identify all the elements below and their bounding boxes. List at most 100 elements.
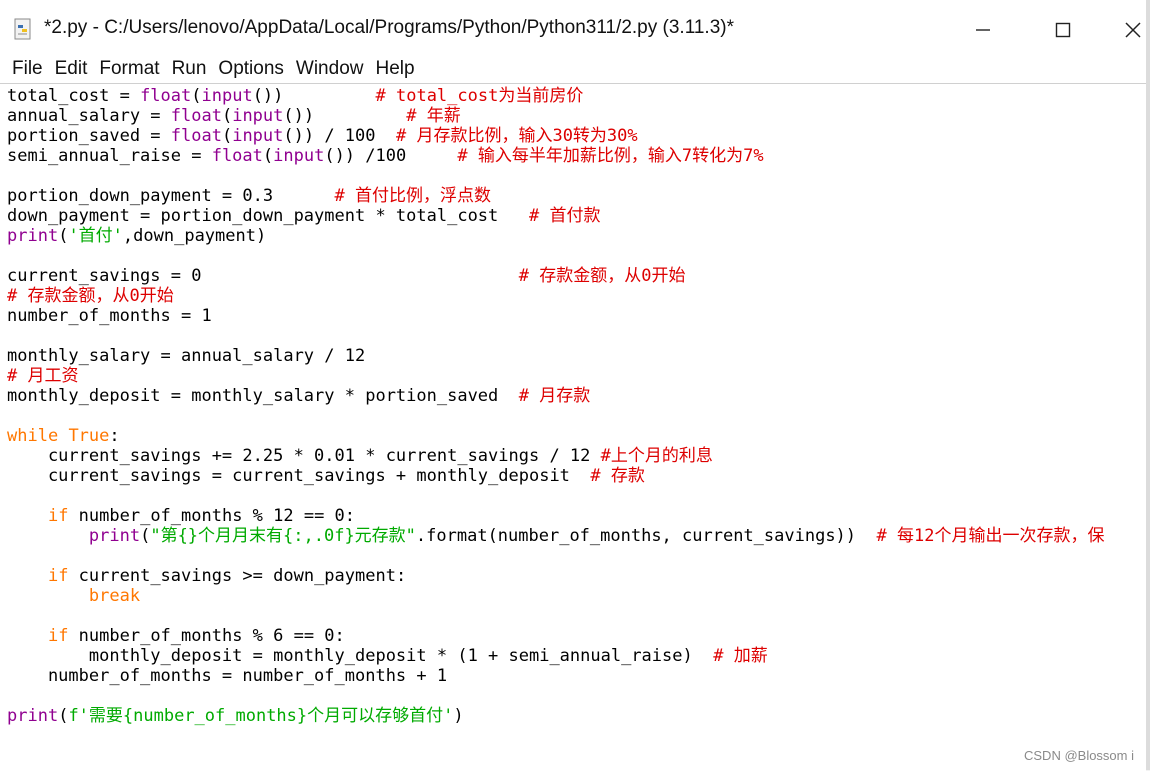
close-button[interactable]	[1110, 14, 1150, 46]
code-token: '首付'	[68, 226, 123, 246]
code-text[interactable]: total_cost = float(input()) # total_cost…	[7, 86, 1104, 726]
maximize-button[interactable]	[1040, 14, 1086, 46]
code-token: number_of_months = number_of_months + 1	[7, 666, 448, 686]
code-line: current_savings = current_savings + mont…	[7, 466, 1104, 486]
code-line: annual_salary = float(input()) # 年薪	[7, 106, 1104, 126]
python-file-icon	[12, 18, 36, 42]
code-token: print	[7, 706, 59, 726]
code-line: print('首付',down_payment)	[7, 226, 1104, 246]
minimize-button[interactable]	[960, 14, 1006, 46]
menu-bar: File Edit Format Run Options Window Help	[0, 56, 1146, 82]
code-token: .format(number_of_months, current_saving…	[415, 526, 877, 546]
watermark: CSDN @Blossom i	[1024, 748, 1134, 763]
code-token: monthly_deposit = monthly_salary * porti…	[7, 386, 519, 406]
code-token: (	[221, 126, 233, 146]
menu-run[interactable]: Run	[171, 58, 207, 80]
code-token: # 输入每半年加薪比例，输入7转化为7%	[457, 146, 764, 166]
code-token: if	[47, 626, 69, 646]
code-token: # 存款金额，从0开始	[518, 266, 686, 286]
code-token: # 存款	[590, 466, 645, 486]
code-token: ,down_payment)	[122, 226, 267, 246]
code-token: current_savings += 2.25 * 0.01 * current…	[7, 446, 601, 466]
menu-file[interactable]: File	[11, 58, 43, 80]
menu-help[interactable]: Help	[374, 58, 414, 80]
code-token: ()) /100	[324, 146, 458, 166]
menu-format[interactable]: Format	[98, 58, 159, 80]
code-editor[interactable]: total_cost = float(input()) # total_cost…	[0, 83, 1146, 771]
code-token: current_savings >= down_payment:	[68, 566, 407, 586]
code-token: )	[453, 706, 464, 726]
code-token: print	[88, 526, 141, 546]
code-token: #上个月的利息	[600, 446, 713, 466]
code-token: # 月存款比例，输入30转为30%	[395, 126, 638, 146]
code-line: down_payment = portion_down_payment * to…	[7, 206, 1104, 226]
maximize-icon	[1055, 22, 1071, 38]
code-line: portion_saved = float(input()) / 100 # 月…	[7, 126, 1104, 146]
code-token: break	[88, 586, 141, 606]
code-token: input	[232, 126, 284, 146]
code-line: # 存款金额，从0开始	[7, 286, 1104, 306]
code-token: # 加薪	[713, 646, 768, 666]
code-line: print("第{}个月月末有{:,.0f}元存款".format(number…	[7, 526, 1105, 546]
code-token: ()) / 100	[283, 126, 396, 146]
minimize-icon	[976, 29, 990, 31]
close-icon	[1125, 22, 1141, 38]
code-token: number_of_months = 1	[7, 306, 212, 326]
code-token: float	[170, 106, 222, 126]
code-token: float	[211, 146, 263, 166]
code-token: down_payment = portion_down_payment * to…	[7, 206, 529, 226]
code-token: ())	[252, 86, 376, 106]
code-token: number_of_months % 6 == 0:	[68, 626, 345, 646]
code-token: portion_saved =	[7, 126, 171, 146]
code-token: if	[47, 566, 69, 586]
code-token: # 月存款	[518, 386, 591, 406]
code-token: total_cost =	[7, 86, 141, 106]
code-token: ())	[283, 106, 407, 126]
code-token: portion_down_payment = 0.3	[7, 186, 335, 206]
title-bar[interactable]: *2.py - C:/Users/lenovo/AppData/Local/Pr…	[0, 0, 1146, 56]
code-line: portion_down_payment = 0.3 # 首付比例，浮点数	[7, 186, 1104, 206]
code-token: print	[7, 226, 59, 246]
code-line: if number_of_months % 12 == 0:	[7, 506, 1104, 526]
code-token: while	[7, 426, 59, 446]
code-token: (	[221, 106, 233, 126]
code-token: number_of_months % 12 == 0:	[68, 506, 356, 526]
code-token: monthly_deposit = monthly_deposit * (1 +…	[7, 646, 714, 666]
idle-editor-window: *2.py - C:/Users/lenovo/AppData/Local/Pr…	[0, 0, 1150, 771]
code-token: :	[109, 426, 120, 446]
menu-edit[interactable]: Edit	[54, 58, 88, 80]
code-token: current_savings = 0	[7, 266, 519, 286]
code-line: print(f'需要{number_of_months}个月可以存够首付')	[7, 706, 1104, 726]
code-line: semi_annual_raise = float(input()) /100 …	[7, 146, 1104, 166]
code-token: True	[68, 426, 110, 446]
code-token: float	[140, 86, 192, 106]
code-token: f'需要{number_of_months}个月可以存够首付'	[68, 706, 454, 726]
code-token: current_savings = current_savings + mont…	[7, 466, 591, 486]
code-token: (	[191, 86, 202, 106]
code-token: # 存款金额，从0开始	[7, 286, 174, 306]
code-line: monthly_deposit = monthly_salary * porti…	[7, 386, 1104, 406]
code-token: (	[58, 706, 69, 726]
code-token: # 首付比例，浮点数	[334, 186, 491, 206]
code-token: input	[201, 86, 253, 106]
code-token: input	[273, 146, 325, 166]
code-token: semi_annual_raise =	[7, 146, 212, 166]
code-line: number_of_months = number_of_months + 1	[7, 666, 1104, 686]
menu-options[interactable]: Options	[217, 58, 283, 80]
code-token: annual_salary =	[7, 106, 171, 126]
menu-window[interactable]: Window	[295, 58, 364, 80]
code-line: current_savings += 2.25 * 0.01 * current…	[7, 446, 1104, 466]
code-line: current_savings = 0 # 存款金额，从0开始	[7, 266, 1104, 286]
code-line: if number_of_months % 6 == 0:	[7, 626, 1104, 646]
